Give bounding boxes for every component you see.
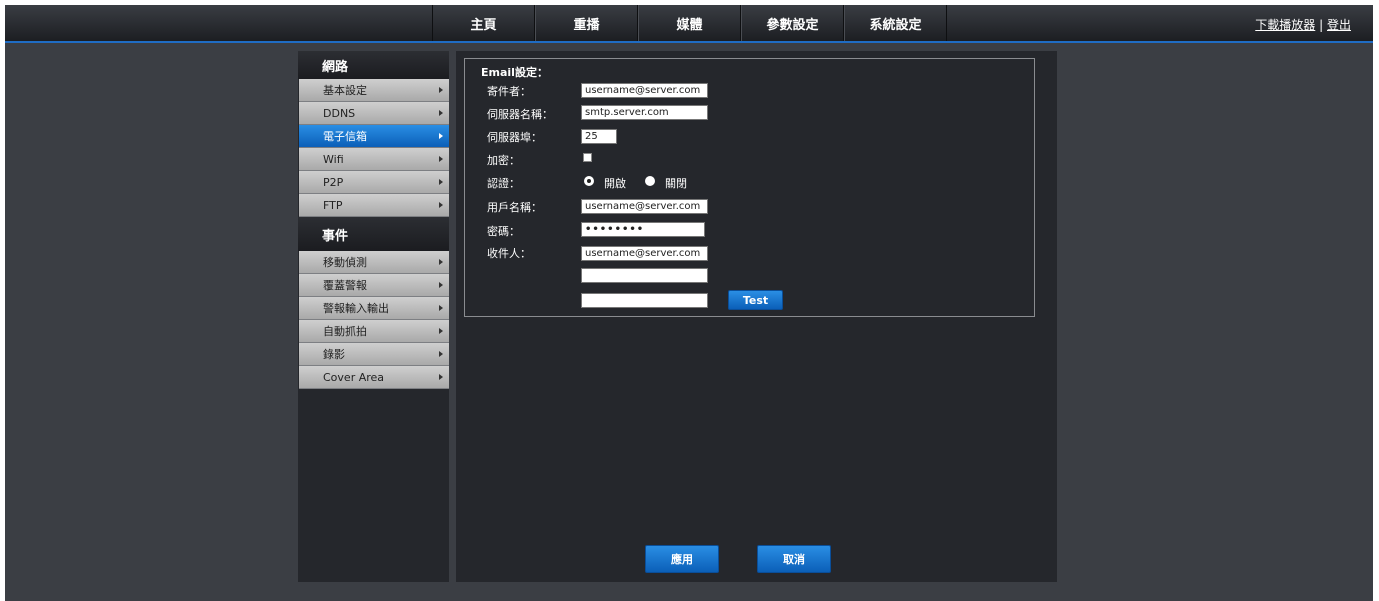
nav-parameter-settings[interactable]: 參數設定 — [741, 5, 844, 41]
nav-playback[interactable]: 重播 — [535, 5, 638, 41]
sidebar-item-label: 警報輸入輸出 — [323, 302, 389, 315]
chevron-right-icon — [439, 259, 443, 265]
nav-media[interactable]: 媒體 — [638, 5, 741, 41]
sidebar-item-label: 自動抓拍 — [323, 325, 367, 338]
chevron-right-icon — [439, 110, 443, 116]
chevron-right-icon — [439, 351, 443, 357]
chevron-right-icon — [439, 133, 443, 139]
top-links: 下載播放器 | 登出 — [1255, 16, 1351, 33]
chevron-right-icon — [439, 374, 443, 380]
test-button[interactable]: Test — [728, 290, 783, 310]
chevron-right-icon — [439, 87, 443, 93]
authentication-label: 認證： — [487, 177, 520, 190]
chevron-right-icon — [439, 282, 443, 288]
sidebar-item-ftp[interactable]: FTP — [299, 194, 449, 217]
username-label: 用戶名稱： — [487, 201, 542, 214]
sidebar-item-motion-detection[interactable]: 移動偵測 — [299, 251, 449, 274]
sender-input[interactable] — [581, 83, 708, 98]
smtp-server-input[interactable] — [581, 105, 708, 120]
password-label: 密碼： — [487, 225, 520, 238]
download-player-link[interactable]: 下載播放器 — [1255, 18, 1315, 32]
sidebar-item-cover-area[interactable]: Cover Area — [299, 366, 449, 389]
app-frame: 主頁 重播 媒體 參數設定 系統設定 下載播放器 | 登出 網路 基本設定 DD… — [5, 5, 1373, 601]
recipient-input-2[interactable] — [581, 268, 708, 283]
logout-link[interactable]: 登出 — [1327, 18, 1351, 32]
sidebar-item-label: Cover Area — [323, 370, 385, 384]
smtp-server-label: 伺服器名稱： — [487, 108, 553, 121]
sidebar-item-label: DDNS — [323, 106, 356, 120]
chevron-right-icon — [439, 328, 443, 334]
auth-off-label: 關閉 — [665, 177, 687, 190]
username-input[interactable] — [581, 199, 708, 214]
sidebar-item-label: 基本設定 — [323, 84, 367, 97]
sidebar-item-recording[interactable]: 錄影 — [299, 343, 449, 366]
main-panel: Email設定： 寄件者： 伺服器名稱： 伺服器埠： 加密： 認證： 開啟 關閉… — [456, 51, 1057, 582]
sidebar-item-label: Wifi — [323, 152, 344, 166]
encryption-checkbox[interactable] — [583, 153, 592, 162]
main-nav: 主頁 重播 媒體 參數設定 系統設定 — [432, 5, 947, 41]
auth-off-radio[interactable] — [645, 176, 655, 186]
sidebar-item-wifi[interactable]: Wifi — [299, 148, 449, 171]
sidebar-item-auto-snapshot[interactable]: 自動抓拍 — [299, 320, 449, 343]
link-separator: | — [1319, 18, 1324, 32]
sidebar: 網路 基本設定 DDNS 電子信箱 Wifi P2P FTP 事件 移動偵測 覆… — [298, 51, 449, 582]
auth-on-label: 開啟 — [604, 177, 626, 190]
sidebar-heading-event: 事件 — [298, 217, 449, 251]
sender-label: 寄件者： — [487, 85, 531, 98]
sidebar-item-alarm-io[interactable]: 警報輸入輸出 — [299, 297, 449, 320]
sidebar-item-label: FTP — [323, 198, 343, 212]
smtp-port-label: 伺服器埠： — [487, 131, 542, 144]
recipient-label: 收件人： — [487, 247, 531, 260]
smtp-port-input[interactable] — [581, 129, 617, 144]
email-settings-group: Email設定： 寄件者： 伺服器名稱： 伺服器埠： 加密： 認證： 開啟 關閉… — [464, 58, 1035, 317]
chevron-right-icon — [439, 156, 443, 162]
sidebar-item-label: 電子信箱 — [323, 130, 367, 143]
sidebar-item-label: 移動偵測 — [323, 256, 367, 269]
top-navigation-bar: 主頁 重播 媒體 參數設定 系統設定 下載播放器 | 登出 — [5, 5, 1373, 43]
email-settings-legend: Email設定： — [481, 66, 548, 79]
recipient-input-1[interactable] — [581, 246, 708, 261]
chevron-right-icon — [439, 179, 443, 185]
cancel-button[interactable]: 取消 — [757, 545, 831, 573]
sidebar-heading-network: 網路 — [298, 51, 449, 79]
sidebar-item-basic-settings[interactable]: 基本設定 — [299, 79, 449, 102]
sidebar-item-label: 錄影 — [323, 348, 345, 361]
recipient-input-3[interactable] — [581, 293, 708, 308]
encryption-label: 加密： — [487, 154, 520, 167]
nav-system-settings[interactable]: 系統設定 — [844, 5, 947, 41]
apply-button[interactable]: 應用 — [645, 545, 719, 573]
nav-home[interactable]: 主頁 — [432, 5, 535, 41]
sidebar-item-ddns[interactable]: DDNS — [299, 102, 449, 125]
password-input[interactable]: •••••••• — [581, 222, 705, 237]
sidebar-item-label: 覆蓋警報 — [323, 279, 367, 292]
chevron-right-icon — [439, 202, 443, 208]
sidebar-item-tamper-alarm[interactable]: 覆蓋警報 — [299, 274, 449, 297]
sidebar-item-p2p[interactable]: P2P — [299, 171, 449, 194]
sidebar-item-email[interactable]: 電子信箱 — [299, 125, 449, 148]
sidebar-item-label: P2P — [323, 175, 344, 189]
auth-on-radio[interactable] — [584, 176, 594, 186]
chevron-right-icon — [439, 305, 443, 311]
